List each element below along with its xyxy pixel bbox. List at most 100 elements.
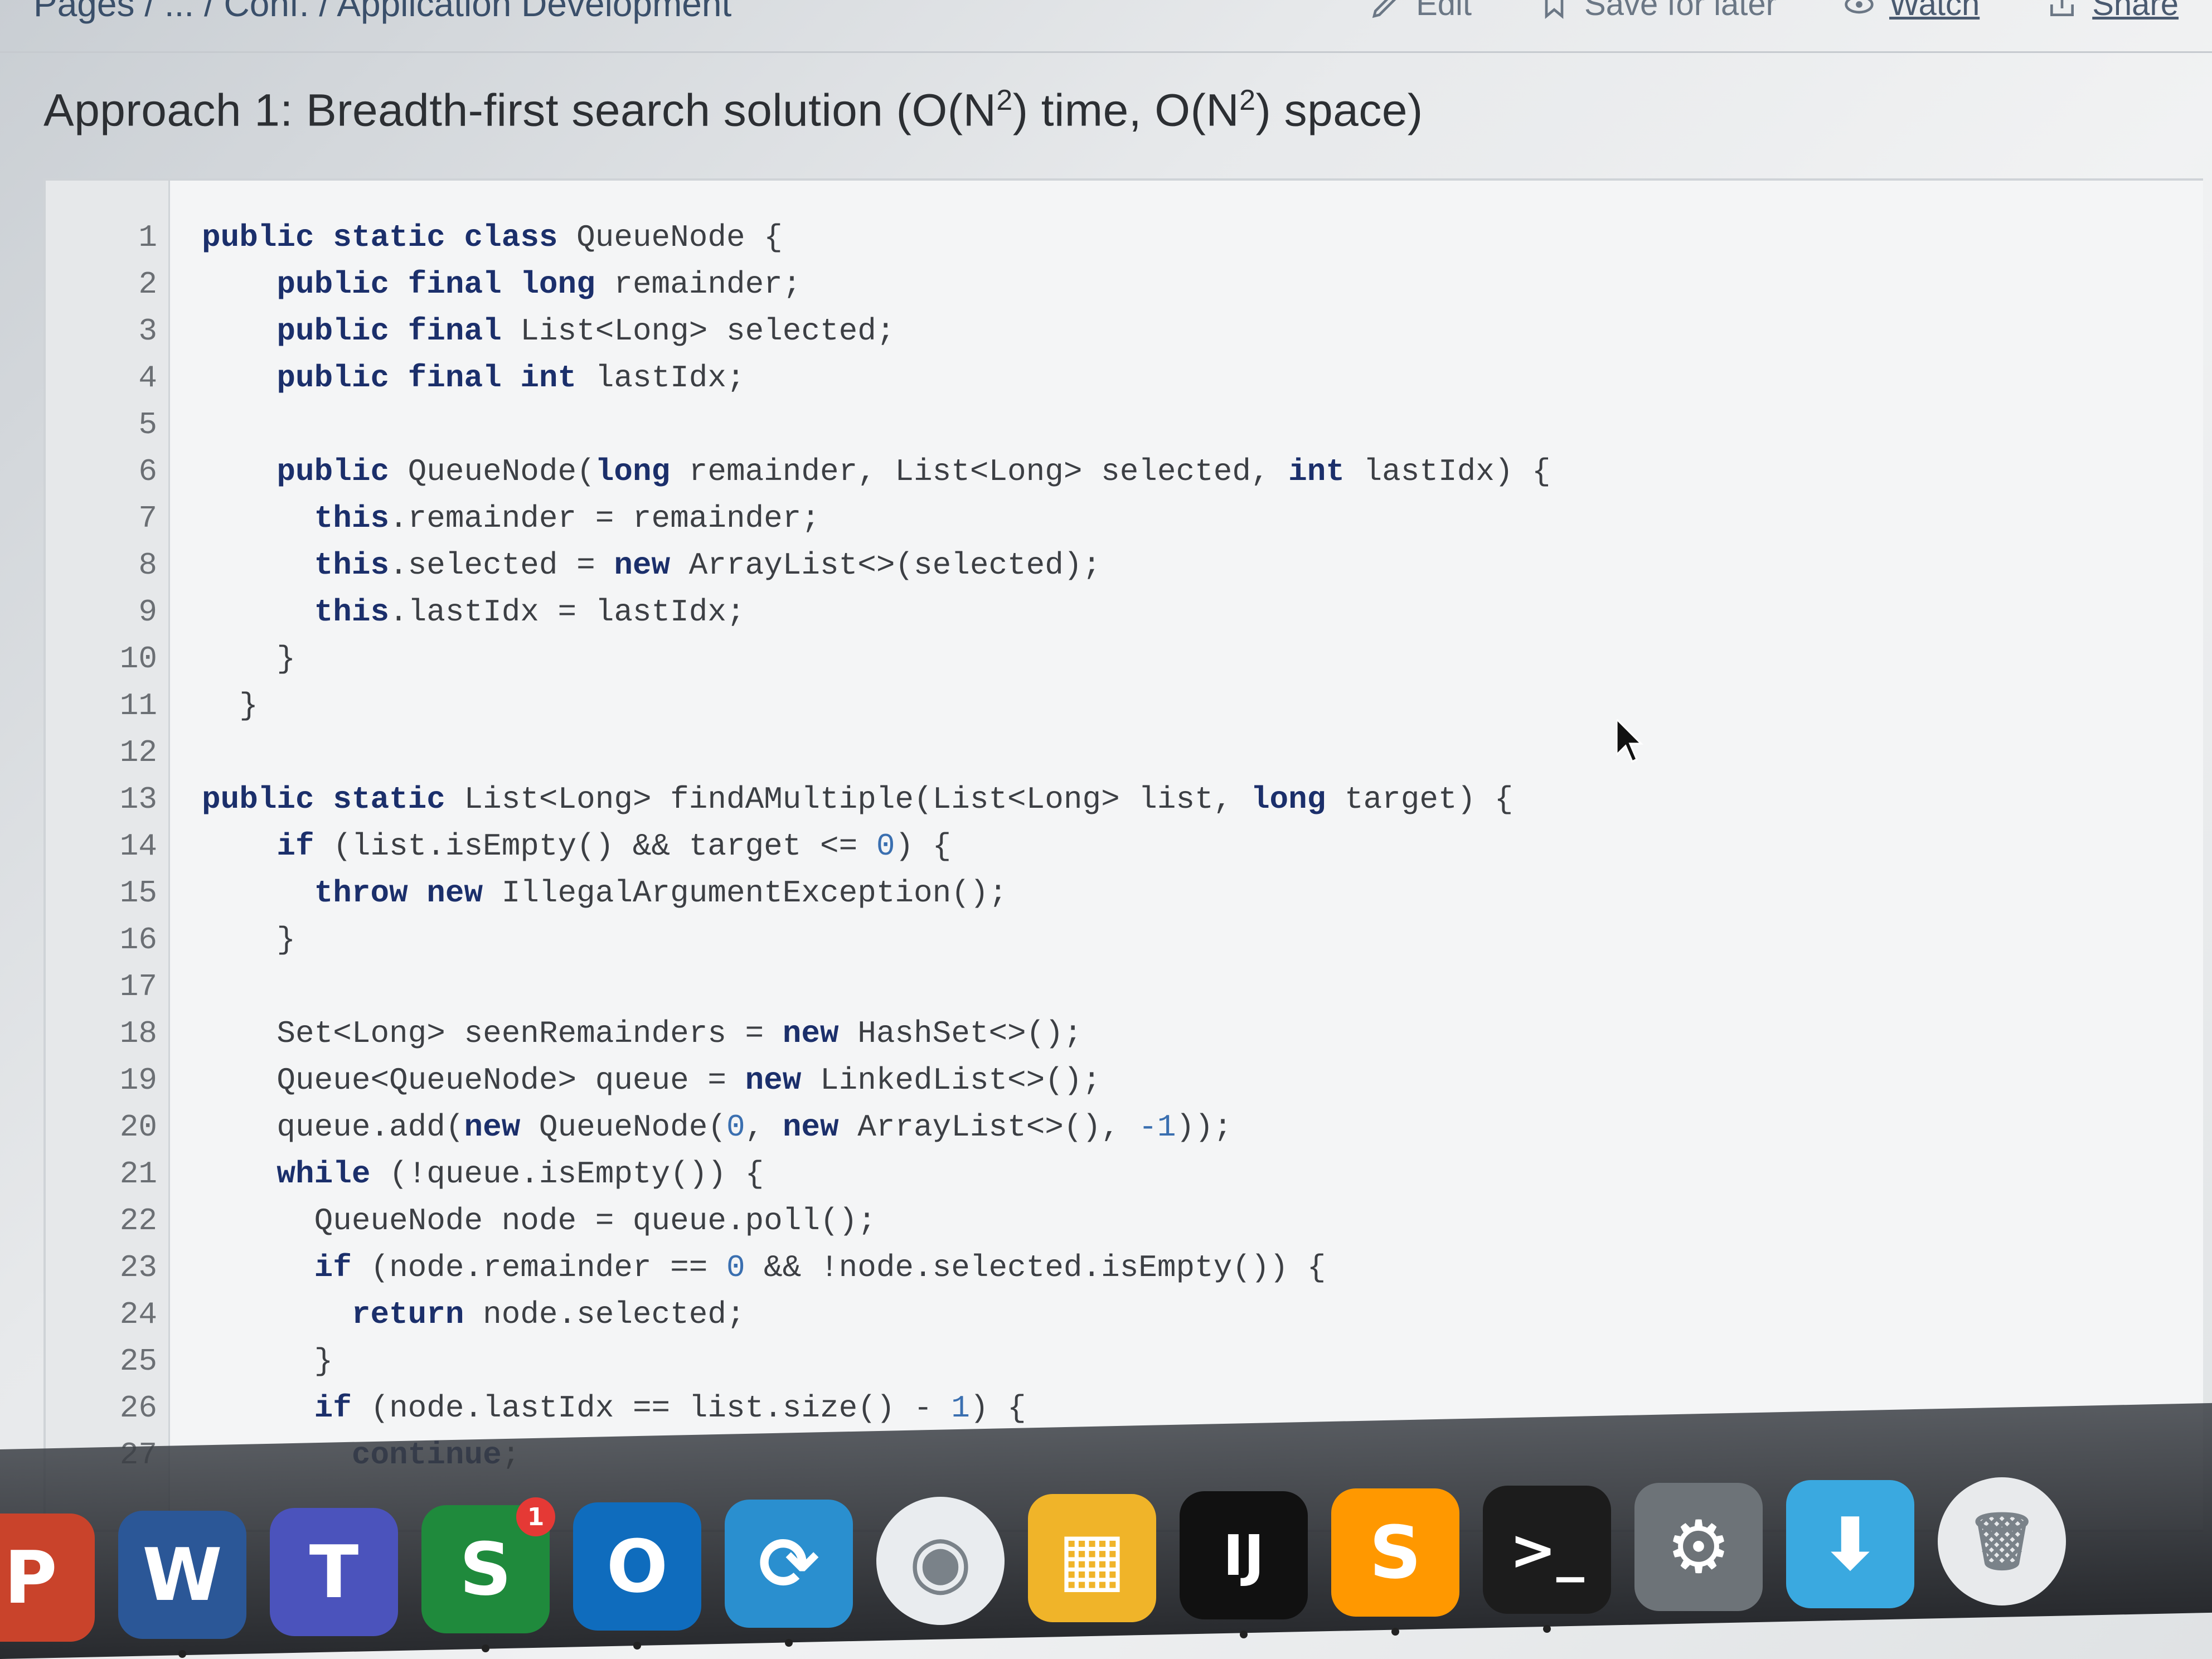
- line-number: 20: [119, 1109, 157, 1145]
- code-text: this.remainder = remainder;: [314, 501, 820, 536]
- edit-button[interactable]: Edit: [1370, 0, 1472, 23]
- line-number: 3: [138, 313, 157, 349]
- running-indicator: [633, 1642, 641, 1650]
- self-service-icon[interactable]: ▦: [1028, 1494, 1156, 1622]
- code-text: this.selected = new ArrayList<>(selected…: [314, 547, 1102, 583]
- screen: Pages / ... / Conf. / Application Develo…: [0, 0, 2212, 1659]
- line-number: 24: [119, 1297, 157, 1332]
- code-text: public QueueNode(long remainder, List<Lo…: [276, 454, 1551, 489]
- code-line: 21 while (!queue.isEmpty()) {: [46, 1151, 2164, 1197]
- powerpoint-icon[interactable]: P: [0, 1514, 95, 1642]
- page-toolbar: Pages / ... / Conf. / Application Develo…: [0, 0, 2212, 53]
- share-label: Share: [2092, 0, 2179, 22]
- breadcrumb[interactable]: Pages / ... / Conf. / Application Develo…: [33, 0, 731, 25]
- skype-for-business-icon[interactable]: S1: [421, 1497, 555, 1633]
- code-line: 15 throw new IllegalArgumentException();: [46, 870, 2164, 916]
- code-text: if (node.remainder == 0 && !node.selecte…: [314, 1250, 1326, 1286]
- line-number: 17: [119, 969, 157, 1005]
- code-text: throw new IllegalArgumentException();: [314, 875, 1008, 911]
- line-number: 1: [138, 220, 157, 255]
- bookmark-icon: [1545, 0, 1564, 19]
- line-number: 4: [138, 360, 157, 396]
- line-number: 23: [119, 1250, 157, 1286]
- notification-badge: 1: [516, 1497, 555, 1536]
- code-line: 6 public QueueNode(long remainder, List<…: [46, 448, 2164, 495]
- terminal-icon[interactable]: >_: [1483, 1486, 1611, 1614]
- running-indicator: [1391, 1628, 1399, 1636]
- pencil-icon: [1372, 0, 1396, 18]
- line-number: 2: [138, 266, 157, 302]
- downloads-folder-icon[interactable]: ⬇: [1786, 1480, 1914, 1608]
- mouse-pointer-icon: [1617, 719, 1643, 763]
- code-line: 17: [46, 963, 2164, 1010]
- code-block[interactable]: 1 public static class QueueNode { 2 public…: [43, 178, 2203, 1532]
- code-text: public static List<Long> findAMultiple(L…: [202, 782, 1514, 817]
- heading-middle: ) time, O(N: [1012, 85, 1240, 136]
- line-number: 11: [119, 688, 157, 724]
- eye-icon: [1845, 0, 1874, 13]
- code-line: 14 if (list.isEmpty() && target <= 0) {: [46, 823, 2164, 870]
- running-indicator: [1543, 1625, 1551, 1633]
- edit-label: Edit: [1416, 0, 1472, 22]
- code-line: 8 this.selected = new ArrayList<>(select…: [46, 542, 2164, 589]
- heading-suffix: ) space): [1255, 85, 1423, 136]
- code-line: 2 public final long remainder;: [46, 261, 2164, 308]
- dock: P W T S 1 O ⟳ ◉ ▦ IJ S >_ ⚙ ⬇ 🗑: [0, 1461, 2212, 1658]
- line-number: 15: [119, 875, 157, 911]
- wifi-utility-icon[interactable]: ◉: [876, 1497, 1005, 1625]
- code-text: while (!queue.isEmpty()) {: [276, 1156, 764, 1192]
- line-number: 12: [119, 735, 157, 770]
- vpn-client-icon[interactable]: ⟳: [725, 1500, 853, 1628]
- code-line: 12: [46, 729, 2164, 776]
- save-for-later-button[interactable]: Save for later: [1539, 0, 1777, 23]
- code-text: Set<Long> seenRemainders = new HashSet<>…: [202, 1016, 1083, 1051]
- code-line: 13 public static List<Long> findAMultiple…: [46, 776, 2164, 823]
- watch-label: Watch: [1889, 0, 1980, 22]
- code-line: 7 this.remainder = remainder;: [46, 495, 2164, 542]
- section-heading: Approach 1: Breadth-first search solutio…: [43, 84, 1423, 137]
- running-indicator: [482, 1645, 489, 1652]
- share-button[interactable]: Share: [2046, 0, 2179, 23]
- word-icon[interactable]: W: [118, 1511, 246, 1639]
- code-line: 9 this.lastIdx = lastIdx;: [46, 589, 2164, 636]
- code-line: 16 }: [46, 916, 2164, 963]
- code-text: public static class QueueNode {: [202, 220, 783, 255]
- outlook-icon[interactable]: O: [573, 1502, 701, 1631]
- code-line: 22 QueueNode node = queue.poll();: [46, 1197, 2164, 1244]
- line-number: 19: [119, 1063, 157, 1098]
- line-number: 16: [119, 922, 157, 958]
- code-line: 18 Set<Long> seenRemainders = new HashSe…: [46, 1010, 2164, 1057]
- line-number: 25: [119, 1343, 157, 1379]
- code-line: 19 Queue<QueueNode> queue = new LinkedLi…: [46, 1057, 2164, 1104]
- line-number: 10: [119, 641, 157, 677]
- running-indicator: [785, 1639, 793, 1647]
- heading-exponent-time: 2: [996, 84, 1013, 117]
- code-text: }: [202, 922, 296, 958]
- code-text: queue.add(new QueueNode(0, new ArrayList…: [202, 1109, 1233, 1145]
- code-line: 20 queue.add(new QueueNode(0, new ArrayL…: [46, 1104, 2164, 1151]
- teams-icon[interactable]: T: [270, 1508, 398, 1636]
- code-text: if (node.lastIdx == list.size() - 1) {: [314, 1390, 1026, 1426]
- share-icon: [2050, 0, 2074, 16]
- sublime-text-icon[interactable]: S: [1331, 1488, 1459, 1617]
- running-indicator: [178, 1650, 186, 1658]
- code-text: }: [202, 641, 296, 677]
- code-text: public final List<Long> selected;: [276, 313, 895, 349]
- page-actions: Edit Save for later Watch Share: [1370, 0, 2179, 23]
- code-line: 10 }: [46, 636, 2164, 682]
- code-text: }: [202, 688, 258, 724]
- watch-button[interactable]: Watch: [1844, 0, 1980, 23]
- code-text: if (list.isEmpty() && target <= 0) {: [276, 828, 952, 864]
- trash-icon[interactable]: 🗑: [1938, 1477, 2066, 1605]
- line-number: 5: [138, 407, 157, 443]
- system-preferences-icon[interactable]: ⚙: [1634, 1483, 1763, 1611]
- code-line: 24 return node.selected;: [46, 1291, 2164, 1338]
- line-number: 18: [119, 1016, 157, 1051]
- code-line: 23 if (node.remainder == 0 && !node.sele…: [46, 1244, 2164, 1291]
- line-number: 22: [119, 1203, 157, 1239]
- heading-exponent-space: 2: [1239, 84, 1256, 117]
- code-line: 11 }: [46, 682, 2164, 729]
- code-text: public final int lastIdx;: [276, 360, 745, 396]
- code-line: 5: [46, 401, 2164, 448]
- intellij-idea-icon[interactable]: IJ: [1180, 1491, 1308, 1619]
